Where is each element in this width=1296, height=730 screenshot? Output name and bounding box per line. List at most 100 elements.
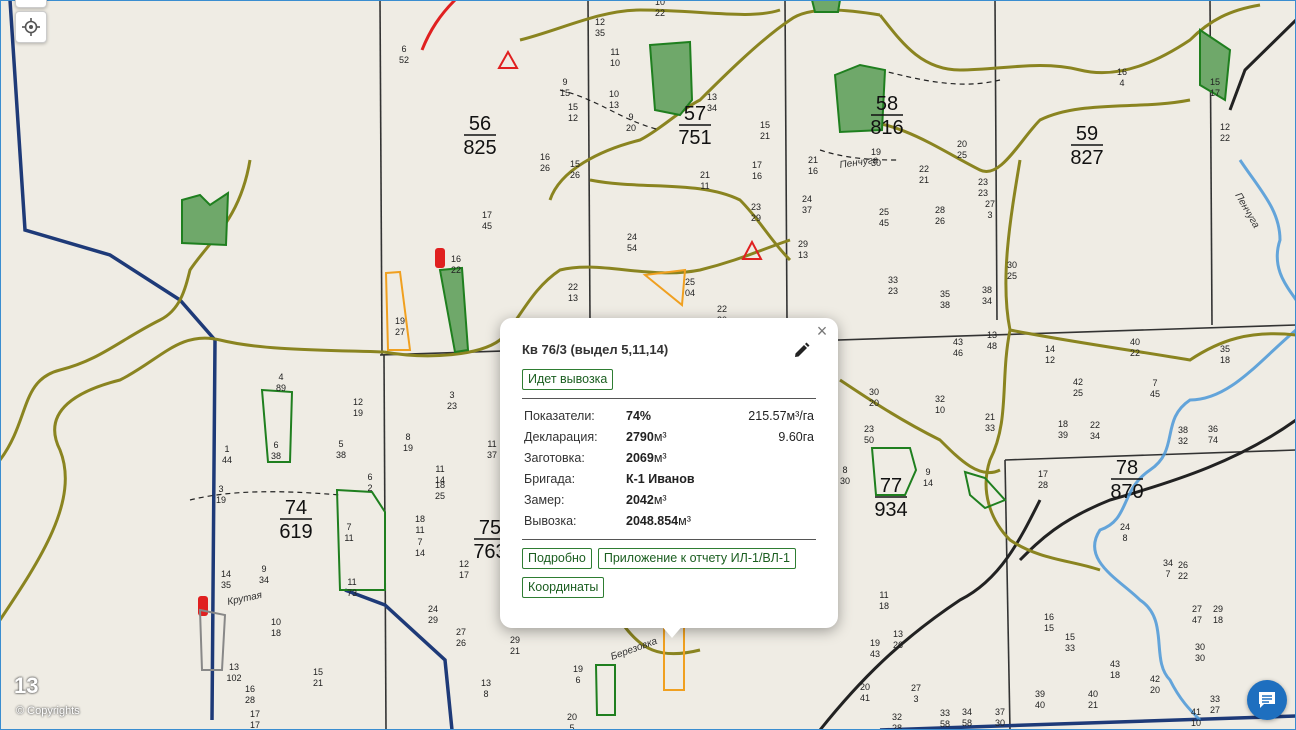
plot-number: 14 [221,569,231,579]
info-value: 74% [624,405,722,426]
plot-area: 39 [1058,430,1068,440]
plot-area: 20 [869,398,879,408]
plot-area: 26 [540,163,550,173]
plot-number: 22 [919,164,929,174]
plot-number: 19 [395,316,405,326]
plot-number: 17 [250,709,260,719]
plot-number: 35 [940,289,950,299]
plot-area: 18 [1220,355,1230,365]
plot-area: 21 [760,131,770,141]
plot-number: 21 [808,155,818,165]
info-key: Заготовка: [524,450,585,465]
plot-area: 102 [226,673,241,683]
plot-number: 27 [1192,604,1202,614]
plot-area: 21 [510,646,520,656]
plot-area: 89 [276,383,286,393]
plot-area: 10 [1191,718,1201,728]
plot-number: 15 [568,102,578,112]
plot-area: 10 [935,405,945,415]
plot-area: 19 [216,495,226,505]
plot-number: 12 [1220,122,1230,132]
plot-number: 30 [1195,642,1205,652]
plot-area: 22 [451,265,461,275]
info-value: 2042м³ [624,489,722,510]
plot-number: 19 [573,664,583,674]
plot-area: 26 [893,640,903,650]
plot-number: 1 [224,444,229,454]
chat-button[interactable] [1247,680,1287,720]
coordinates-button[interactable]: Координаты [522,577,605,598]
plot-area: 11 [700,181,709,191]
plot-number: 36 [1208,424,1218,434]
plot-area: 26 [456,638,466,648]
info-unit: м³ [678,513,691,528]
plot-number: 25 [879,207,889,217]
info-row: Показатели: 74% 215.57м³/га [522,405,816,426]
plot-number: 16 [245,684,255,694]
plot-number: 9 [261,564,266,574]
pencil-icon[interactable] [792,342,810,360]
report-button[interactable]: Приложение к отчету ИЛ-1/ВЛ-1 [597,548,796,569]
quarter-number: 78 [1116,457,1138,479]
plot-number: 23 [978,177,988,187]
plot-info-popup: × Кв 76/3 (выдел 5,11,14) Идет вывозка П… [500,318,838,628]
plot-area: 21 [313,678,323,688]
plot-area: 37 [487,450,497,460]
info-value-number: 2790 [626,429,654,444]
plot-number: 22 [717,304,727,314]
quarter-number: 56 [469,113,491,135]
info-row: Вывозка: 2048.854м³ [522,510,816,531]
plot-area: 26 [570,170,580,180]
crosshair-icon [22,18,40,36]
plot-area: 27 [1210,705,1220,715]
plot-area: 28 [245,695,255,705]
plot-number: 37 [995,707,1005,717]
plot-number: 16 [451,254,461,264]
plot-area: 18 [879,601,889,611]
plot-number: 11 [347,577,356,587]
plot-number: 42 [1073,377,1083,387]
plot-number: 7 [417,537,422,547]
close-icon[interactable]: × [812,321,832,341]
plot-area: 19 [403,443,413,453]
plot-number: 17 [482,210,492,220]
plot-area: 13 [798,250,808,260]
info-extra [722,468,816,489]
plot-area: 38 [336,450,346,460]
plot-number: 33 [1210,694,1220,704]
plot-area: 30 [995,718,1005,728]
plot-area: 58 [962,718,972,728]
plot-number: 9 [925,467,930,477]
plot-area: 38 [271,451,281,461]
locate-button[interactable] [15,11,47,43]
plot-number: 14 [1045,344,1055,354]
plot-number: 15 [570,159,580,169]
plot-number: 11 [610,47,619,57]
plot-area: 33 [985,423,995,433]
plot-area: 8 [483,689,488,699]
plot-number: 12 [353,397,363,407]
plot-number: 8 [405,432,410,442]
plot-area: 58 [940,719,950,729]
plot-area: 28 [1038,480,1048,490]
plot-number: 11 [487,439,496,449]
plot-area: 43 [870,649,880,659]
info-key: Показатели: [524,408,595,423]
plot-number: 21 [700,170,710,180]
plot-area: 15 [1044,623,1054,633]
map-control-top[interactable] [15,0,47,8]
plot-number: 18 [415,514,425,524]
plot-number: 12 [595,17,605,27]
plot-area: 04 [685,288,695,298]
status-button[interactable]: Идет вывозка [522,369,614,390]
plot-number: 38 [1178,425,1188,435]
plot-number: 25 [685,277,695,287]
popup-pointer [660,624,684,638]
plot-number: 23 [864,424,874,434]
info-value: К-1 Иванов [624,468,722,489]
details-button[interactable]: Подробно [522,548,592,569]
plot-number: 27 [456,627,466,637]
zoom-level: 13 [14,673,39,698]
plot-number: 10 [609,89,619,99]
plot-number: 11 [435,464,444,474]
